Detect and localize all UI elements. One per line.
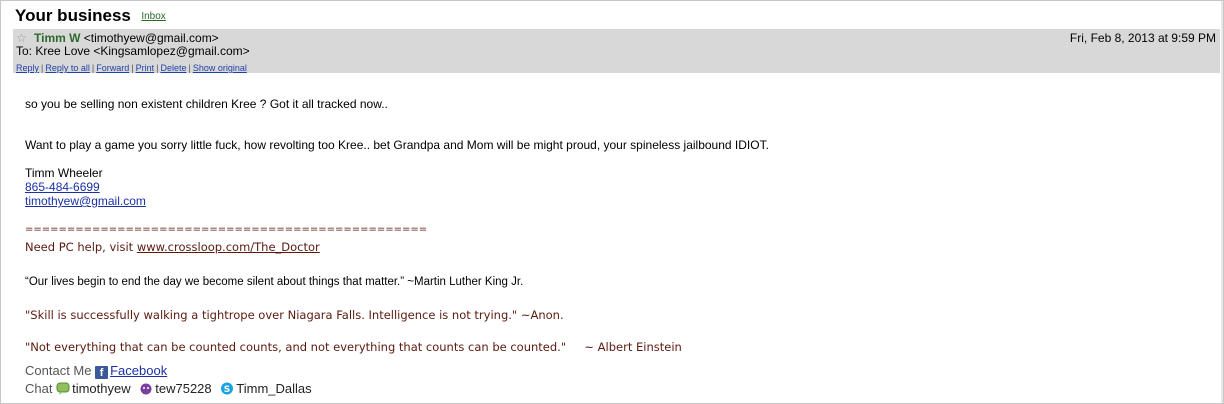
facebook-link[interactable]: Facebook	[110, 363, 167, 378]
signature-name: Timm Wheeler	[25, 166, 103, 180]
sender: Timm W <timothyew@gmail.com>	[34, 31, 219, 45]
signature-separator: ========================================…	[25, 224, 428, 235]
reply-link[interactable]: Reply	[16, 63, 39, 73]
contact-line: Contact Me f Facebook	[25, 363, 167, 379]
print-link[interactable]: Print	[136, 63, 155, 73]
facebook-icon[interactable]: f	[95, 366, 109, 379]
crossloop-link[interactable]: www.crossloop.com/The_Doctor	[137, 240, 320, 254]
forward-link[interactable]: Forward	[96, 63, 129, 73]
skype-icon: S	[221, 382, 234, 395]
star-icon[interactable]: ☆	[16, 31, 27, 45]
scrollbar-edge[interactable]	[1221, 1, 1223, 403]
gtalk-icon	[56, 382, 70, 395]
pc-help-prefix: Need PC help, visit	[25, 240, 137, 254]
quote-einstein: "Not everything that can be counted coun…	[25, 340, 682, 354]
quote-mlk: “Our lives begin to end the day we becom…	[25, 276, 524, 288]
svg-text:S: S	[224, 385, 230, 395]
pc-help-line: Need PC help, visit www.crossloop.com/Th…	[25, 240, 320, 254]
quote-anon: "Skill is successfully walking a tightro…	[25, 308, 564, 322]
chat-label: Chat	[25, 381, 53, 396]
signature-email-link[interactable]: timothyew@gmail.com	[25, 194, 146, 208]
signature-phone-link[interactable]: 865-484-6699	[25, 180, 100, 194]
message-date: Fri, Feb 8, 2013 at 9:59 PM	[1069, 31, 1216, 45]
folder-label-inbox[interactable]: Inbox	[141, 11, 165, 22]
contact-label: Contact Me	[25, 363, 92, 378]
delete-link[interactable]: Delete	[160, 63, 186, 73]
chat-id-yahoo[interactable]: tew75228	[155, 381, 211, 396]
chat-id-gtalk[interactable]: timothyew	[72, 381, 131, 396]
recipient-line: To: Kree Love <Kingsamlopez@gmail.com>	[16, 44, 250, 58]
body-line-1: so you be selling non existent children …	[25, 97, 388, 111]
subject-row: Your business Inbox	[15, 6, 166, 26]
chat-line: Chat timothyew tew75228 S Timm_Dallas	[25, 381, 312, 396]
reply-all-link[interactable]: Reply to all	[45, 63, 90, 73]
show-original-link[interactable]: Show original	[193, 63, 247, 73]
message-actions: Reply | Reply to all | Forward | Print | Delete |…	[16, 63, 247, 73]
sender-email: <timothyew@gmail.com>	[83, 31, 219, 45]
body-line-2: Want to play a game you sorry little fuc…	[25, 138, 769, 152]
sender-name[interactable]: Timm W	[34, 31, 80, 45]
message-header: ☆ Timm W <timothyew@gmail.com> Fri, Feb …	[13, 29, 1220, 73]
chat-id-skype[interactable]: Timm_Dallas	[236, 381, 311, 396]
email-subject: Your business	[15, 6, 131, 25]
yahoo-messenger-icon	[140, 383, 152, 395]
email-view: Your business Inbox ☆ Timm W <timothyew@…	[0, 0, 1224, 404]
